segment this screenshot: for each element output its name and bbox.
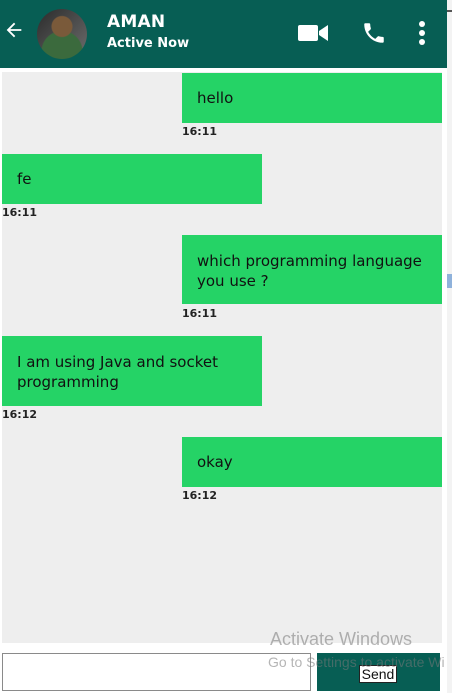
message-time: 16:11 (182, 125, 218, 138)
message-bubble-sent: okay (182, 437, 442, 487)
send-button[interactable]: Send (359, 665, 397, 683)
chat-window: AMAN Active Now hello 16:11 fe 16:11 whi… (0, 0, 452, 693)
message-time: 16:11 (182, 307, 218, 320)
message-time: 16:12 (2, 408, 38, 421)
phone-call-icon[interactable] (360, 20, 388, 46)
avatar[interactable] (37, 9, 87, 59)
video-call-icon[interactable] (297, 20, 329, 46)
message-input[interactable] (2, 653, 311, 691)
message-bubble-sent: which programming language you use ? (182, 235, 442, 304)
message-time: 16:11 (2, 206, 38, 219)
message-bubble-sent: hello (182, 73, 442, 123)
more-options-icon[interactable] (416, 20, 428, 46)
back-arrow-icon[interactable] (3, 19, 25, 41)
contact-status: Active Now (107, 36, 190, 51)
message-bubble-received: I am using Java and socket programming (2, 336, 262, 406)
message-list[interactable]: hello 16:11 fe 16:11 which programming l… (2, 72, 442, 643)
send-area: Send (317, 653, 440, 691)
background-window-edge (447, 0, 452, 693)
contact-name: AMAN (107, 12, 166, 32)
message-time: 16:12 (182, 489, 218, 502)
message-bubble-received: fe (2, 154, 262, 204)
chat-header: AMAN Active Now (0, 0, 447, 68)
